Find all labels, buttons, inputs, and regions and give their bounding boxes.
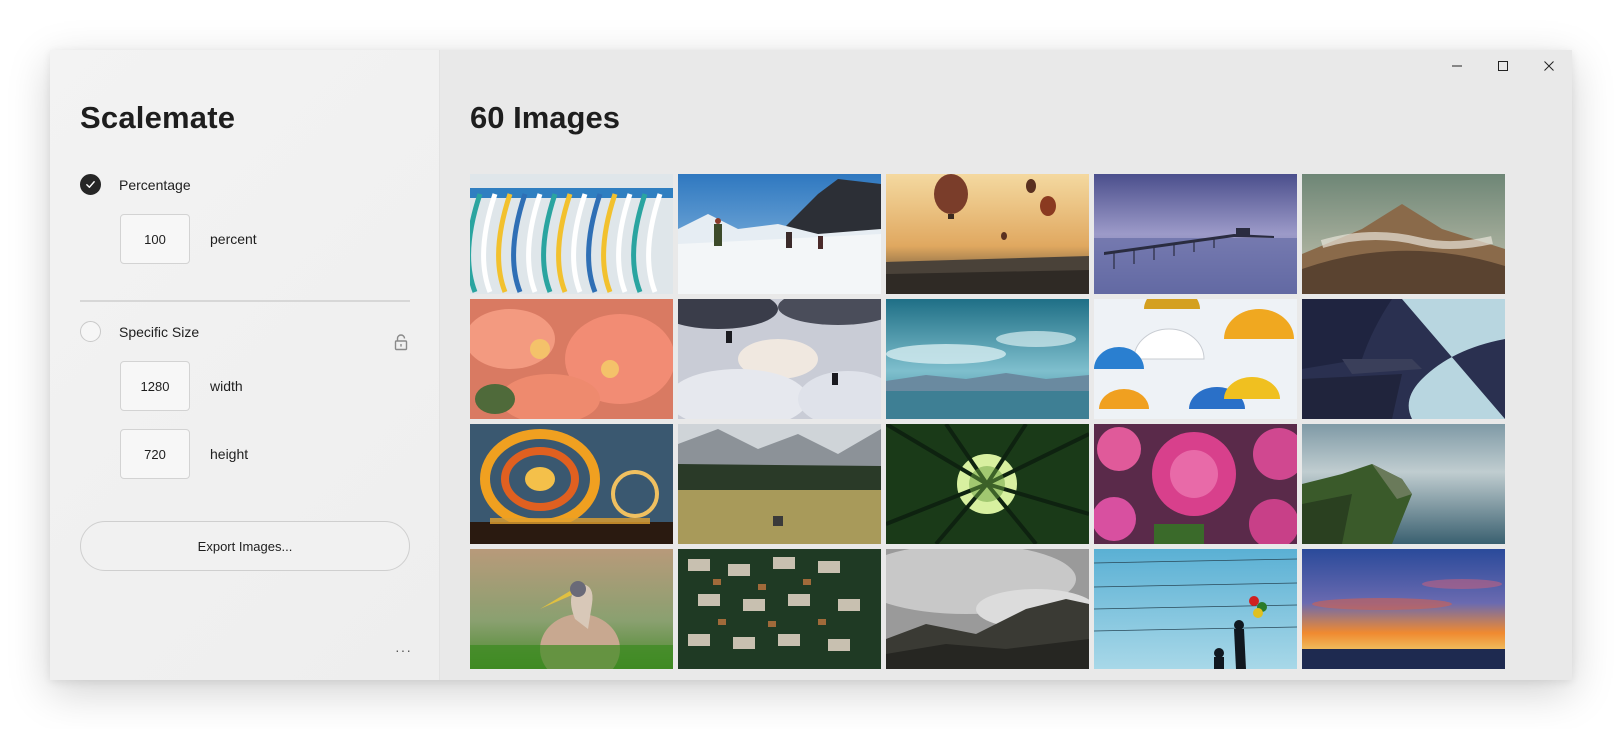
specific-size-label: Specific Size: [119, 323, 200, 340]
sidebar: Scalemate Percentage percent Specific Si…: [50, 50, 440, 680]
app-window: Scalemate Percentage percent Specific Si…: [50, 50, 1572, 680]
height-input[interactable]: [120, 429, 190, 479]
image-thumbnail-snow-hikers[interactable]: [678, 174, 881, 294]
image-thumbnail-umbrellas[interactable]: [1094, 299, 1297, 419]
width-unit-label: width: [210, 378, 243, 394]
image-thumbnail-misty-mountains[interactable]: [886, 549, 1089, 669]
width-field-row: width: [120, 361, 243, 411]
maximize-button[interactable]: [1480, 50, 1526, 82]
percent-unit-label: percent: [210, 231, 257, 247]
percent-input[interactable]: [120, 214, 190, 264]
percentage-label: Percentage: [119, 176, 191, 193]
image-thumbnail-dahlias[interactable]: [1094, 424, 1297, 544]
image-thumbnail-sea-and-sky[interactable]: [886, 299, 1089, 419]
image-thumbnail-balloon-silhouette[interactable]: [1094, 549, 1297, 669]
image-thumbnail-clouds-silhouettes[interactable]: [678, 299, 881, 419]
minimize-icon: [1452, 65, 1462, 67]
section-divider: [80, 300, 410, 302]
percent-field-row: percent: [120, 214, 257, 264]
specific-size-radio[interactable]: [80, 321, 101, 342]
checkmark-icon: [86, 181, 95, 188]
image-thumbnail-sunset-sea[interactable]: [1302, 549, 1505, 669]
image-thumbnail-heron-bird[interactable]: [470, 549, 673, 669]
height-unit-label: height: [210, 446, 249, 462]
percentage-option[interactable]: Percentage: [80, 174, 191, 195]
specific-size-option[interactable]: Specific Size: [80, 321, 199, 342]
minimize-button[interactable]: [1434, 50, 1480, 82]
maximize-icon: [1498, 61, 1508, 71]
lock-icon[interactable]: [393, 333, 409, 351]
app-title: Scalemate: [80, 100, 236, 135]
image-count-title: 60 Images: [470, 100, 620, 135]
percentage-radio[interactable]: [80, 174, 101, 195]
image-thumbnail-pier-at-dusk[interactable]: [1094, 174, 1297, 294]
main-content: 60 Images: [440, 50, 1572, 680]
image-thumbnail-hot-air-balloons[interactable]: [886, 174, 1089, 294]
image-grid: [470, 174, 1510, 669]
image-thumbnail-pink-flowers[interactable]: [470, 299, 673, 419]
export-images-button[interactable]: Export Images...: [80, 521, 410, 571]
width-input[interactable]: [120, 361, 190, 411]
image-thumbnail-fjord-cliff[interactable]: [1302, 299, 1505, 419]
image-thumbnail-valley-meadow[interactable]: [678, 424, 881, 544]
image-thumbnail-carnival-ride[interactable]: [470, 424, 673, 544]
image-thumbnail-circuit-board[interactable]: [678, 549, 881, 669]
image-thumbnail-coastal-cliffs[interactable]: [1302, 424, 1505, 544]
close-icon: [1544, 61, 1554, 71]
image-thumbnail-coat-hangers[interactable]: [470, 174, 673, 294]
more-options-icon[interactable]: ···: [395, 643, 412, 657]
image-thumbnail-bamboo-forest[interactable]: [886, 424, 1089, 544]
close-button[interactable]: [1526, 50, 1572, 82]
window-controls: [1434, 50, 1572, 82]
height-field-row: height: [120, 429, 248, 479]
image-thumbnail-volcano-landscape[interactable]: [1302, 174, 1505, 294]
